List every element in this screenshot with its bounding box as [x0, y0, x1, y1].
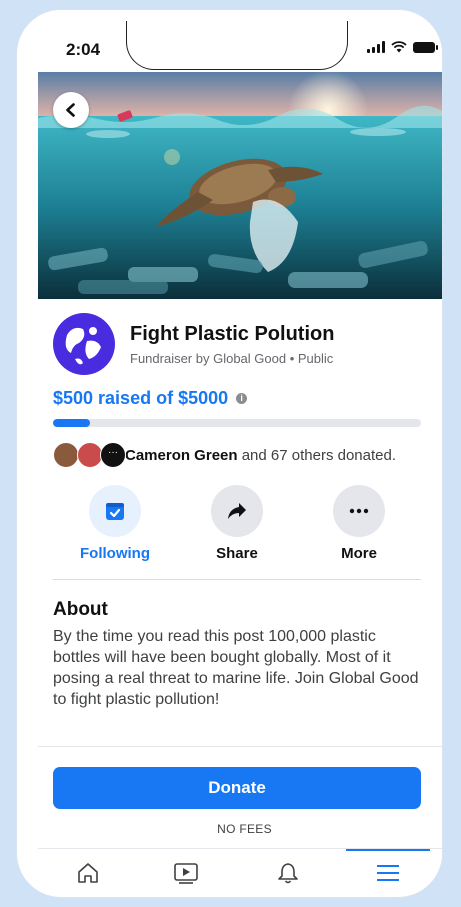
about-text: By the time you read this post 100,000 p… — [53, 628, 419, 708]
battery-icon — [413, 41, 438, 53]
tab-menu[interactable] — [343, 849, 433, 895]
status-time: 2:04 — [66, 40, 101, 59]
donate-button[interactable]: Donate — [53, 767, 421, 809]
divider — [53, 579, 421, 580]
following-icon-circle — [89, 485, 141, 537]
video-icon — [174, 862, 198, 884]
global-good-logo — [53, 313, 115, 375]
home-icon — [78, 862, 98, 883]
donor-avatars: ··· — [53, 442, 126, 468]
bell-icon — [278, 862, 298, 883]
avatar — [53, 442, 79, 468]
donors-summary[interactable]: ··· Cameron Green and 67 others donated. — [53, 442, 396, 468]
app-screen: 2:04 Fight Plastic Polution Fundraiser b… — [38, 10, 442, 895]
tab-home[interactable] — [43, 849, 133, 895]
action-row: Following Share More — [53, 485, 421, 565]
share-icon-circle — [211, 485, 263, 537]
raised-amount: $500 raised of $5000 i — [53, 388, 248, 409]
chevron-left-icon — [66, 103, 75, 117]
tab-notifications[interactable] — [243, 849, 333, 895]
signal-icon — [367, 41, 385, 53]
following-button[interactable]: Following — [60, 485, 170, 562]
fundraiser-progress-bar — [53, 419, 421, 427]
more-dots-icon — [349, 508, 369, 514]
calendar-check-icon — [106, 503, 124, 520]
fundraiser-subtitle: Fundraiser by Global Good • Public — [130, 351, 334, 366]
bottom-tab-bar — [38, 848, 442, 895]
wifi-icon — [391, 41, 407, 53]
fundraiser-title: Fight Plastic Polution — [130, 323, 335, 345]
fundraiser-header: Fight Plastic Polution Fundraiser by Glo… — [53, 313, 433, 377]
raised-text: $500 raised of $5000 — [53, 388, 229, 408]
donors-text: Cameron Green and 67 others donated. — [125, 447, 396, 464]
status-icons — [367, 41, 438, 53]
no-fees-note: NO FEES — [217, 822, 272, 836]
divider — [38, 746, 442, 747]
menu-icon — [377, 864, 399, 881]
more-button[interactable]: More — [304, 485, 414, 562]
about-heading: About — [53, 599, 108, 620]
phone-frame: 2:04 Fight Plastic Polution Fundraiser b… — [17, 10, 442, 897]
tab-video[interactable] — [141, 849, 231, 895]
status-bar: 2:04 — [38, 10, 442, 72]
share-button[interactable]: Share — [182, 485, 292, 562]
share-label: Share — [216, 545, 258, 562]
device-notch — [126, 21, 348, 70]
share-arrow-icon — [228, 503, 246, 519]
more-icon-circle — [333, 485, 385, 537]
progress-fill — [53, 419, 90, 427]
donors-rest: and 67 others donated. — [237, 446, 397, 464]
info-icon[interactable]: i — [236, 393, 248, 404]
more-label: More — [341, 545, 377, 562]
avatar: ··· — [100, 442, 126, 468]
cover-photo — [38, 72, 442, 299]
back-button[interactable] — [53, 92, 89, 128]
donor-name: Cameron Green — [125, 446, 238, 464]
following-label: Following — [80, 545, 150, 562]
